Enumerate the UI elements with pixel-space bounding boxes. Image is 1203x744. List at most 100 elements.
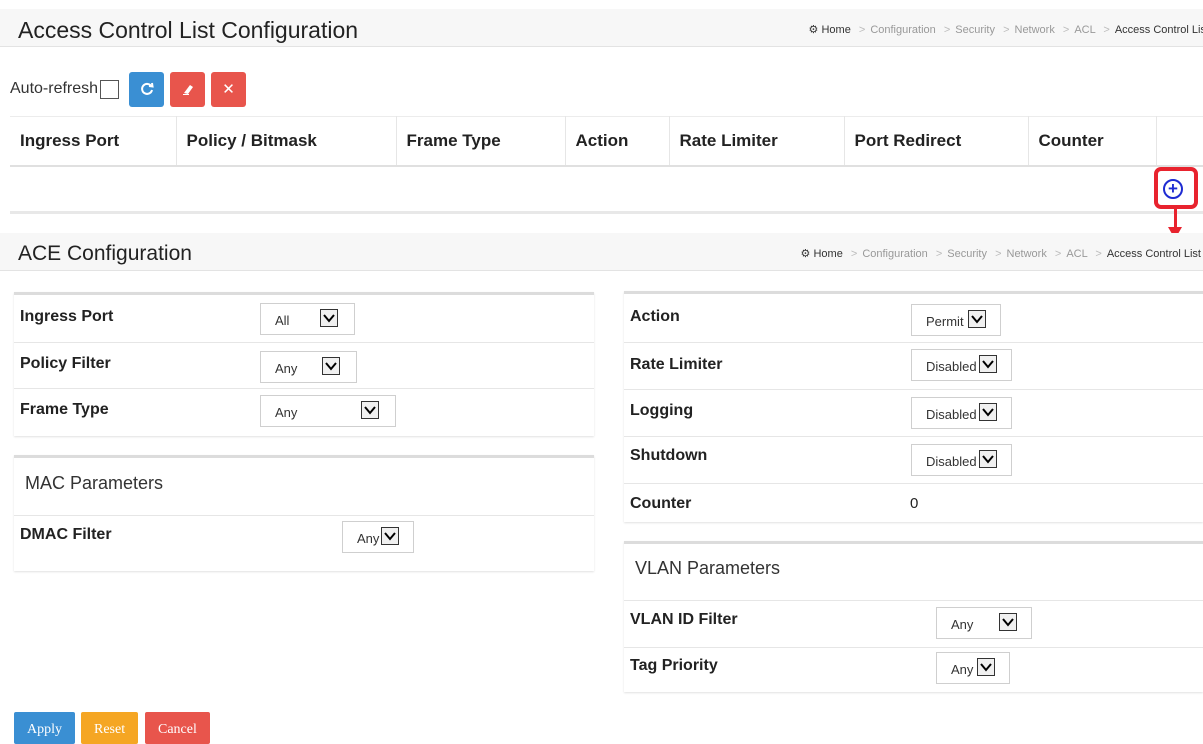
auto-refresh-checkbox[interactable] [100, 79, 120, 99]
col-ingress-port: Ingress Port [10, 116, 177, 167]
chevron-down-icon [968, 310, 986, 328]
ace-breadcrumb-configuration[interactable]: Configuration [862, 248, 927, 260]
policy-filter-select[interactable]: Any [260, 351, 357, 383]
highlight-arrow [1174, 209, 1177, 229]
action-value: Permit [926, 314, 964, 329]
policy-filter-value: Any [275, 361, 298, 376]
cancel-button[interactable]: Cancel [145, 712, 210, 744]
tag-priority-value: Any [951, 662, 974, 677]
tag-priority-row: Tag Priority Any [624, 648, 1203, 692]
ace-page-title: ACE Configuration [18, 242, 192, 265]
chevron-down-icon [977, 658, 995, 676]
chevron-down-icon [320, 309, 338, 327]
page-title: Access Control List Configuration [18, 17, 359, 43]
toolbar: Auto-refresh ✕ [10, 70, 252, 108]
chevron-down-icon [979, 355, 997, 373]
breadcrumb-home[interactable]: Home [821, 24, 850, 36]
breadcrumb: ⚙ Home > Configuration > Security > Network… [809, 23, 1203, 36]
apply-button[interactable]: Apply [14, 712, 75, 744]
breadcrumb-network[interactable]: Network [1015, 24, 1055, 36]
ingress-port-label: Ingress Port [20, 308, 114, 325]
chevron-down-icon [381, 527, 399, 545]
ingress-port-row: Ingress Port All [14, 295, 594, 343]
dmac-filter-value: Any [357, 531, 380, 546]
vlan-parameters-title: VLAN Parameters [635, 558, 781, 578]
clear-button[interactable] [170, 71, 206, 107]
ace-home-icon[interactable]: ⚙ [801, 248, 811, 260]
logging-label: Logging [630, 402, 694, 419]
eraser-icon [182, 85, 193, 95]
ace-breadcrumb-acl[interactable]: ACL [1066, 248, 1087, 260]
breadcrumb-current: Access Control List [1114, 24, 1203, 36]
breadcrumb-acl[interactable]: ACL [1074, 24, 1095, 36]
col-action: Action [565, 116, 670, 167]
counter-value: 0 [910, 495, 919, 512]
tag-priority-label: Tag Priority [630, 657, 718, 674]
col-actions [1156, 116, 1203, 167]
refresh-button[interactable] [129, 71, 165, 107]
shutdown-row: Shutdown Disabled [624, 437, 1203, 484]
dmac-filter-row: DMAC Filter Any [14, 516, 594, 564]
col-frame-type: Frame Type [396, 116, 566, 167]
logging-row: Logging Disabled [624, 390, 1203, 437]
col-policy-bitmask: Policy / Bitmask [176, 116, 397, 167]
home-icon[interactable]: ⚙ [809, 24, 819, 36]
breadcrumb-configuration[interactable]: Configuration [870, 24, 935, 36]
vlan-id-filter-select[interactable]: Any [936, 607, 1032, 639]
ace-breadcrumb: ⚙ Home > Configuration > Security > Network… [800, 248, 1201, 260]
rate-limiter-select[interactable]: Disabled [911, 349, 1012, 381]
tag-priority-select[interactable]: Any [936, 652, 1010, 684]
rate-limiter-value: Disabled [926, 359, 977, 374]
reset-button[interactable]: Reset [81, 712, 139, 744]
counter-label: Counter [630, 495, 692, 512]
col-port-redirect: Port Redirect [844, 116, 1029, 167]
logging-select[interactable]: Disabled [911, 397, 1012, 429]
table-header-row: Ingress Port Policy / Bitmask Frame Type… [10, 116, 1203, 167]
col-counter: Counter [1028, 116, 1157, 167]
ace-breadcrumb-current: Access Control List [1106, 248, 1201, 260]
col-rate-limiter: Rate Limiter [669, 116, 845, 167]
policy-filter-row: Policy Filter Any [14, 343, 594, 389]
ace-page-header: ACE Configuration ⚙ Home > Configuration … [0, 233, 1203, 271]
mac-parameters-panel: MAC Parameters DMAC Filter Any [14, 455, 594, 571]
acl-page-header: Access Control List Configuration ⚙ Home… [0, 9, 1203, 47]
frame-type-select[interactable]: Any [260, 395, 396, 427]
chevron-down-icon [979, 403, 997, 421]
vlan-parameters-header: VLAN Parameters [624, 544, 1203, 601]
ace-breadcrumb-home[interactable]: Home [813, 248, 842, 260]
chevron-down-icon [322, 357, 340, 375]
mac-parameters-header: MAC Parameters [14, 458, 594, 516]
chevron-down-icon [361, 401, 379, 419]
vlan-id-filter-row: VLAN ID Filter Any [624, 601, 1203, 648]
acl-table: Ingress Port Policy / Bitmask Frame Type… [10, 116, 1203, 214]
shutdown-select[interactable]: Disabled [911, 444, 1012, 476]
vlan-parameters-panel: VLAN Parameters VLAN ID Filter Any Tag P… [624, 541, 1203, 692]
frame-type-label: Frame Type [20, 401, 109, 418]
action-label: Action [630, 308, 680, 325]
ace-left-panel: Ingress Port All Policy Filter Any Frame… [14, 292, 594, 436]
logging-value: Disabled [926, 407, 977, 422]
breadcrumb-security[interactable]: Security [955, 24, 995, 36]
policy-filter-label: Policy Filter [20, 355, 111, 372]
vlan-id-filter-value: Any [951, 617, 974, 632]
vlan-id-filter-label: VLAN ID Filter [630, 611, 738, 628]
ingress-port-select[interactable]: All [260, 303, 355, 335]
dmac-filter-select[interactable]: Any [342, 521, 414, 553]
action-row: Action Permit [624, 294, 1203, 343]
ace-right-panel: Action Permit Rate Limiter Disabled Logg… [624, 291, 1203, 522]
rate-limiter-label: Rate Limiter [630, 356, 723, 373]
remove-all-button[interactable]: ✕ [211, 71, 247, 107]
plus-circle-icon[interactable]: + [1163, 179, 1183, 199]
chevron-down-icon [999, 613, 1017, 631]
refresh-icon [140, 82, 154, 95]
frame-type-row: Frame Type Any [14, 389, 594, 436]
auto-refresh-label: Auto-refresh [10, 80, 99, 97]
action-select[interactable]: Permit [911, 304, 1001, 336]
ingress-port-value: All [275, 313, 290, 328]
frame-type-value: Any [275, 405, 298, 420]
shutdown-value: Disabled [926, 454, 977, 469]
ace-breadcrumb-security[interactable]: Security [947, 248, 987, 260]
chevron-down-icon [979, 450, 997, 468]
ace-breadcrumb-network[interactable]: Network [1007, 248, 1047, 260]
mac-parameters-title: MAC Parameters [25, 473, 164, 493]
